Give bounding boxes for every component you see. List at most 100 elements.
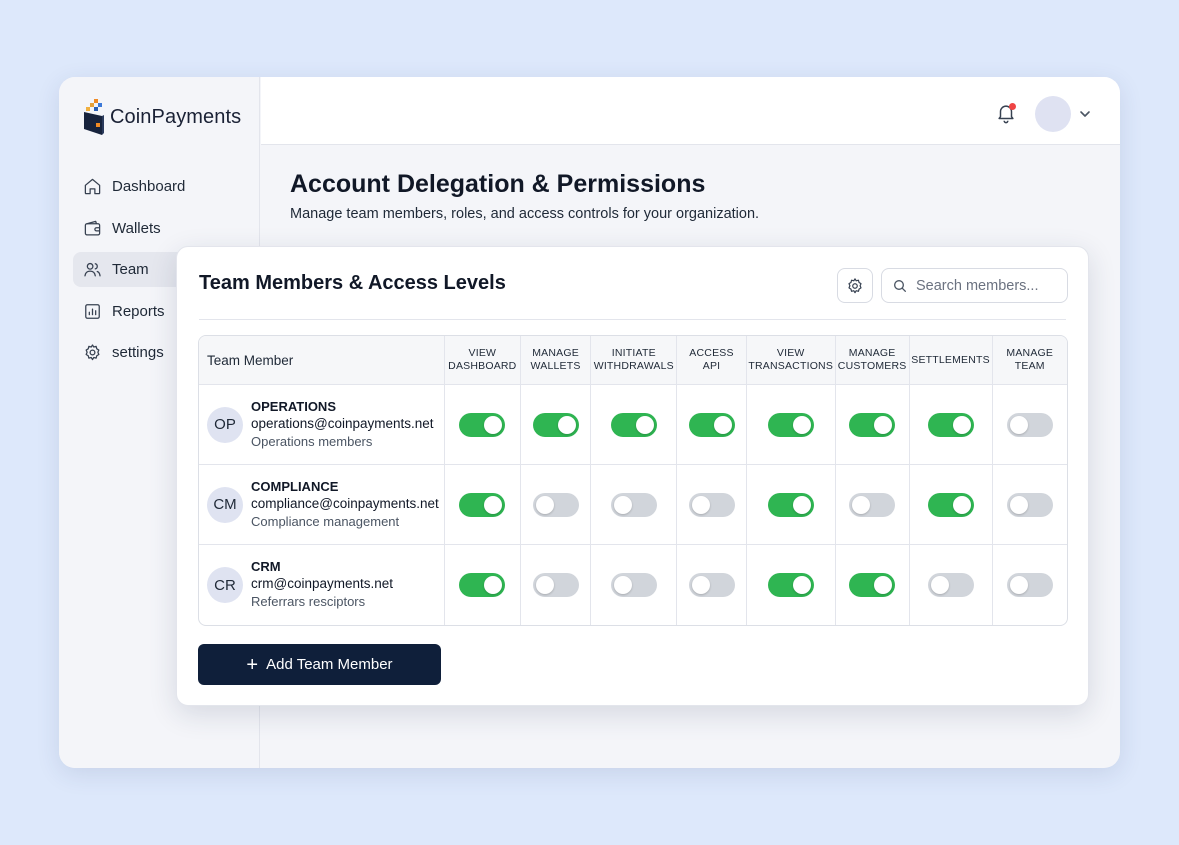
wallet-icon bbox=[84, 220, 101, 235]
toggle-knob bbox=[535, 495, 554, 514]
permission-toggle[interactable] bbox=[610, 573, 657, 597]
notification-button[interactable] bbox=[995, 102, 1017, 124]
permission-toggle[interactable] bbox=[688, 573, 735, 597]
permission-toggle[interactable] bbox=[1006, 492, 1053, 517]
toggle-knob bbox=[952, 495, 971, 514]
permission-toggle[interactable] bbox=[767, 492, 814, 517]
permission-toggle[interactable] bbox=[688, 412, 735, 437]
avatar: OP bbox=[207, 406, 243, 443]
permission-toggle[interactable] bbox=[532, 412, 579, 437]
member-role: Referrars resciptors bbox=[251, 594, 366, 609]
user-avatar[interactable] bbox=[1035, 96, 1071, 132]
toggle-knob bbox=[792, 495, 811, 514]
sidebar-item-wallets[interactable]: Wallets bbox=[73, 211, 260, 246]
toggle-knob bbox=[952, 415, 971, 434]
toggle-knob bbox=[1009, 576, 1028, 594]
column-header-manage-team[interactable]: MANAGE TEAM bbox=[992, 336, 1067, 385]
member-role: Compliance management bbox=[251, 513, 400, 529]
avatar: CM bbox=[207, 486, 243, 523]
toggle-knob bbox=[713, 415, 732, 434]
toggle-knob bbox=[535, 576, 554, 594]
toggle-knob bbox=[613, 576, 632, 594]
permission-toggle[interactable] bbox=[532, 492, 579, 517]
permission-toggle[interactable] bbox=[459, 492, 506, 517]
member-email: compliance@coinpayments.net bbox=[251, 495, 439, 511]
toggle-knob bbox=[635, 415, 654, 434]
permission-toggle[interactable] bbox=[927, 412, 974, 437]
member-email: crm@coinpayments.net bbox=[251, 576, 394, 591]
sidebar-item-label: Dashboard bbox=[112, 178, 186, 195]
toggle-knob bbox=[691, 576, 710, 594]
toggle-knob bbox=[1009, 495, 1028, 514]
member-cell: CM COMPLIANCE compliance@coinpayments.ne… bbox=[199, 465, 445, 545]
member-cell: CR CRM crm@coinpayments.net Referrars re… bbox=[199, 545, 445, 625]
settings-button[interactable] bbox=[837, 268, 873, 303]
gear-icon bbox=[85, 344, 100, 361]
column-header-initiate-withdrawals[interactable]: INITIATE WITHDRAWALS bbox=[591, 336, 678, 385]
table-row: CR CRM crm@coinpayments.net Referrars re… bbox=[199, 545, 1067, 625]
toggle-knob bbox=[874, 415, 893, 434]
sidebar-item-label: Reports bbox=[112, 302, 165, 320]
toggle-knob bbox=[484, 415, 503, 434]
permission-toggle[interactable] bbox=[610, 412, 657, 437]
member-role: Operations members bbox=[251, 433, 373, 449]
reports-icon bbox=[85, 303, 100, 319]
toggle-knob bbox=[613, 495, 632, 514]
chevron-down-icon[interactable] bbox=[1078, 107, 1092, 121]
table-row: OP OPERATIONS operations@coinpayments.ne… bbox=[199, 385, 1067, 465]
column-header-access-api[interactable]: ACCESS API bbox=[677, 336, 747, 385]
brand-logo[interactable]: CoinPayments bbox=[83, 99, 241, 135]
permission-toggle[interactable] bbox=[610, 492, 657, 517]
permission-toggle[interactable] bbox=[927, 573, 974, 597]
column-header-manage-customers[interactable]: MANAGE CUSTOMERS bbox=[835, 336, 910, 385]
permission-toggle[interactable] bbox=[1006, 573, 1053, 597]
toggle-knob bbox=[484, 576, 503, 594]
permission-toggle[interactable] bbox=[849, 412, 896, 437]
sidebar-item-label: Team bbox=[112, 261, 149, 278]
add-team-member-button[interactable]: + Add Team Member bbox=[198, 644, 441, 685]
top-bar bbox=[261, 77, 1120, 145]
page-title: Account Delegation & Permissions bbox=[290, 170, 706, 198]
avatar: CR bbox=[207, 567, 243, 603]
page-subtitle: Manage team members, roles, and access c… bbox=[290, 206, 760, 222]
permission-toggle[interactable] bbox=[459, 412, 506, 437]
plus-icon: + bbox=[246, 653, 259, 676]
column-header-view-dashboard[interactable]: VIEW DASHBOARD bbox=[444, 336, 521, 385]
member-name: OPERATIONS bbox=[251, 398, 336, 414]
permission-toggle[interactable] bbox=[767, 573, 814, 597]
member-email: operations@coinpayments.net bbox=[251, 415, 434, 431]
card-title: Team Members & Access Levels bbox=[199, 272, 506, 294]
gear-icon bbox=[848, 277, 862, 293]
permission-toggle[interactable] bbox=[927, 492, 974, 517]
toggle-knob bbox=[484, 495, 503, 514]
divider bbox=[199, 319, 1066, 320]
toggle-knob bbox=[852, 495, 871, 514]
coinpayments-logo-icon bbox=[84, 99, 104, 135]
permission-toggle[interactable] bbox=[849, 573, 896, 597]
permission-toggle[interactable] bbox=[688, 492, 735, 517]
search-box[interactable] bbox=[881, 268, 1068, 303]
table-header-row: Team Member VIEW DASHBOARD MANAGE WALLETS … bbox=[199, 336, 1067, 385]
users-icon bbox=[84, 262, 101, 277]
sidebar-item-dashboard[interactable]: Dashboard bbox=[73, 169, 260, 204]
search-input[interactable] bbox=[916, 277, 1061, 294]
column-header-view-transactions[interactable]: VIEW TRANSACTIONS bbox=[746, 336, 836, 385]
permission-toggle[interactable] bbox=[459, 573, 506, 597]
column-header-settlements[interactable]: SETTLEMENTS bbox=[909, 336, 993, 385]
home-icon bbox=[84, 178, 101, 195]
permission-toggle[interactable] bbox=[1006, 412, 1053, 437]
notification-dot bbox=[1009, 103, 1016, 110]
toggle-knob bbox=[1009, 415, 1028, 434]
toggle-knob bbox=[930, 576, 949, 594]
permission-toggle[interactable] bbox=[532, 573, 579, 597]
toggle-knob bbox=[557, 415, 576, 434]
toggle-knob bbox=[792, 576, 811, 594]
column-header-manage-wallets[interactable]: MANAGE WALLETS bbox=[520, 336, 592, 385]
toggle-knob bbox=[792, 415, 811, 434]
table-row: CM COMPLIANCE compliance@coinpayments.ne… bbox=[199, 465, 1067, 545]
permissions-table: Team Member VIEW DASHBOARD MANAGE WALLETS … bbox=[198, 335, 1068, 626]
team-members-card: Team Members & Access Levels Team Member… bbox=[176, 246, 1089, 706]
member-cell: OP OPERATIONS operations@coinpayments.ne… bbox=[199, 385, 445, 465]
permission-toggle[interactable] bbox=[849, 492, 896, 517]
permission-toggle[interactable] bbox=[767, 412, 814, 437]
